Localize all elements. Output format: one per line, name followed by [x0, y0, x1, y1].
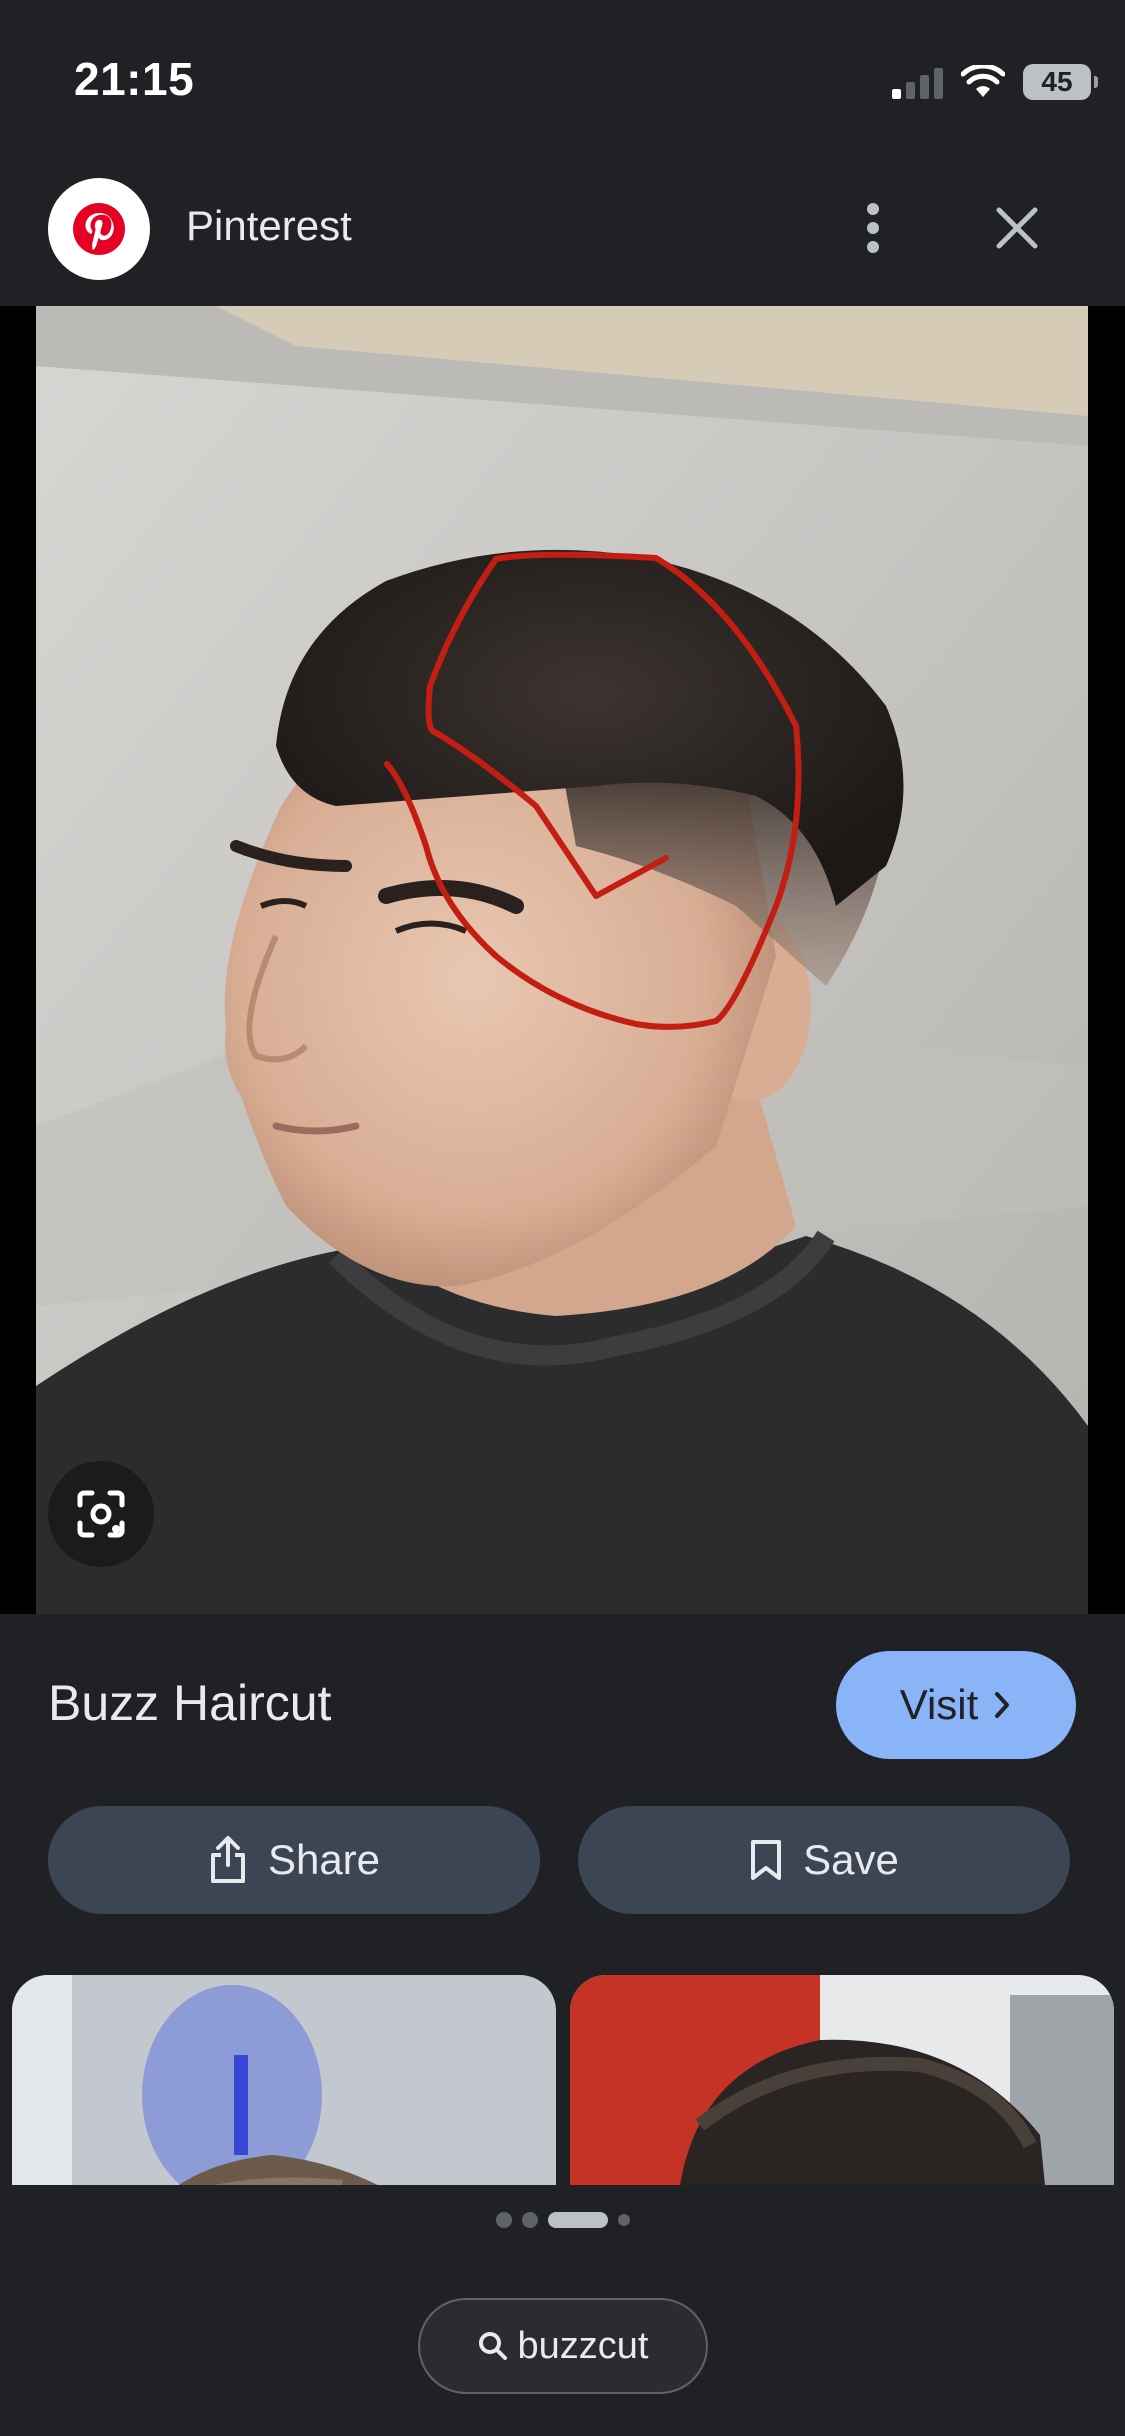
more-vert-icon[interactable] — [848, 188, 898, 268]
page-dot — [521, 2212, 538, 2228]
screen: 21:15 45 Pinterest Buzz Haircut Visit Sh… — [0, 0, 1125, 2436]
related-image-card[interactable] — [12, 1975, 556, 2185]
page-dot-active — [547, 2212, 608, 2228]
search-icon — [478, 2332, 507, 2360]
bookmark-icon — [751, 1840, 782, 1880]
share-icon — [210, 1836, 245, 1883]
share-button[interactable]: Share — [48, 1806, 540, 1914]
site-name[interactable]: Pinterest — [186, 202, 352, 250]
page-indicator — [0, 2212, 1125, 2228]
status-time: 21:15 — [74, 53, 195, 105]
wifi-icon — [961, 65, 1005, 97]
save-button[interactable]: Save — [578, 1806, 1070, 1914]
image-frame — [0, 306, 1125, 1614]
result-image[interactable] — [36, 306, 1088, 1614]
related-images — [0, 1975, 1125, 2185]
battery-icon: 45 — [1023, 64, 1098, 100]
header: Pinterest — [0, 160, 1125, 306]
save-label: Save — [803, 1836, 899, 1883]
result-title: Buzz Haircut — [48, 1675, 332, 1731]
search-chip[interactable]: buzzcut — [418, 2298, 708, 2394]
visit-button[interactable]: Visit — [836, 1651, 1076, 1759]
search-chip-label: buzzcut — [517, 2324, 649, 2367]
signal-icon — [892, 65, 943, 99]
battery-level: 45 — [1041, 66, 1073, 97]
page-dot — [495, 2212, 512, 2228]
related-image-card[interactable] — [570, 1975, 1114, 2185]
status-icons: 45 — [892, 62, 1098, 102]
visit-label: Visit — [899, 1681, 979, 1728]
chevron-right-icon — [995, 1692, 1010, 1718]
status-bar: 21:15 45 — [0, 0, 1125, 160]
google-lens-icon[interactable] — [48, 1461, 154, 1567]
pinterest-logo-icon[interactable] — [48, 178, 150, 280]
close-icon[interactable] — [982, 188, 1052, 268]
page-dot — [617, 2214, 630, 2226]
share-label: Share — [267, 1836, 381, 1883]
